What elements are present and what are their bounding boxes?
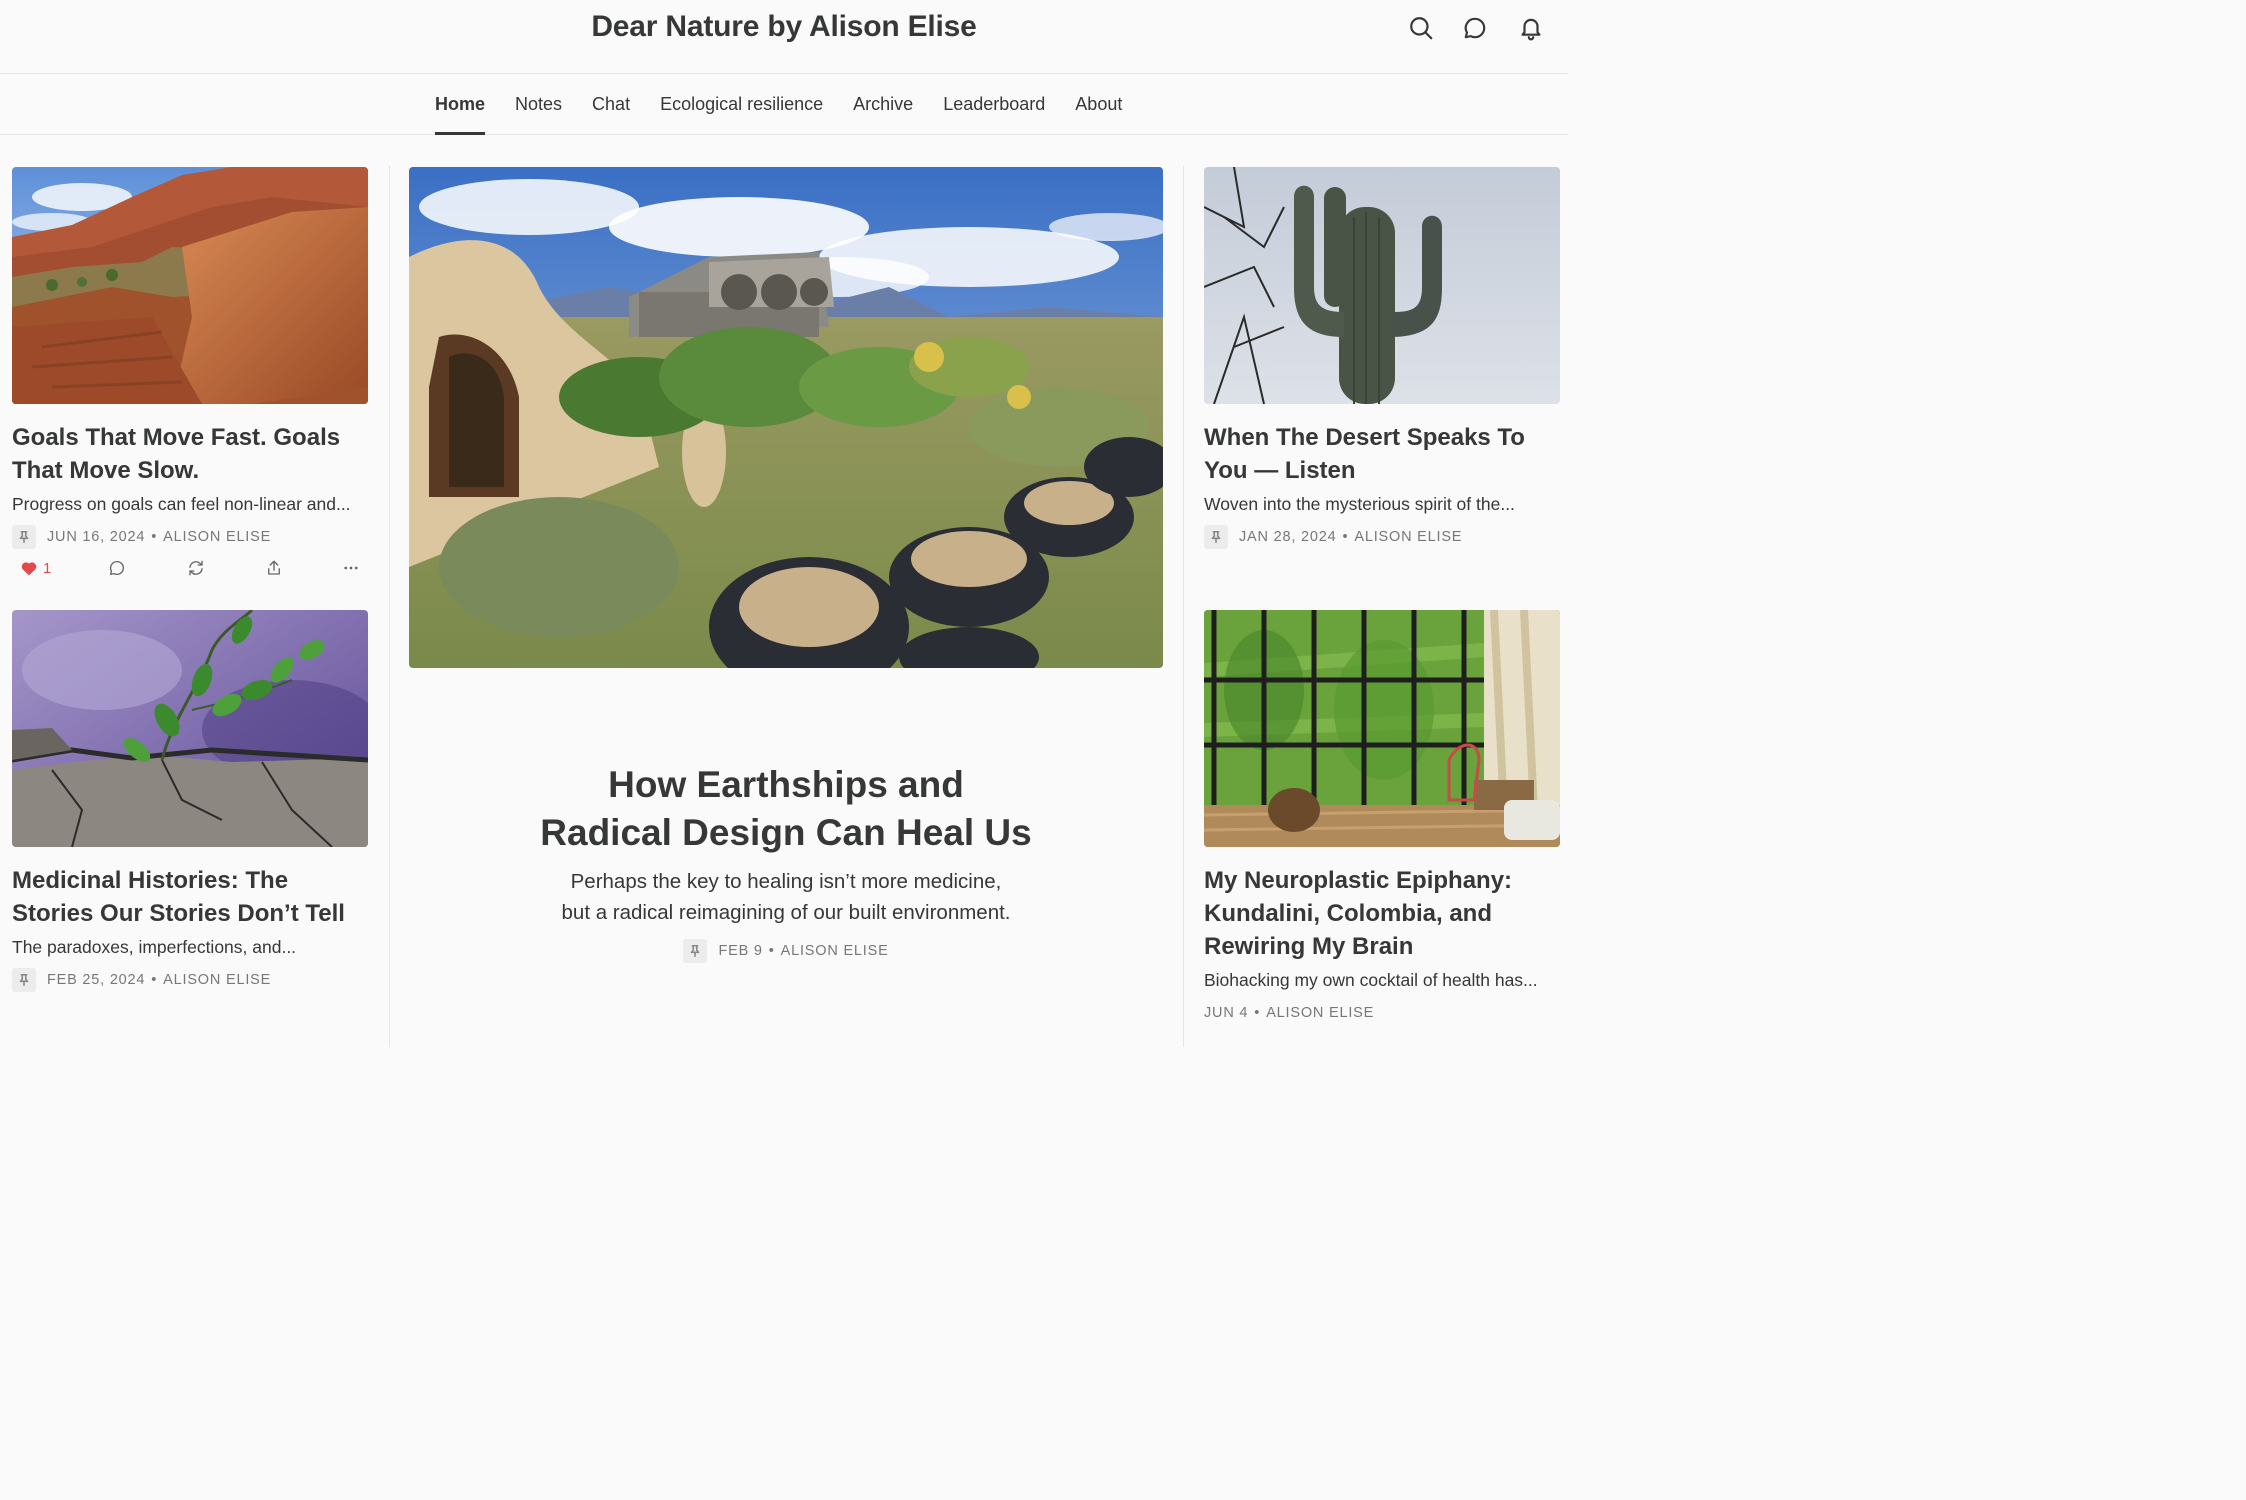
hero-meta: FEB 9 • ALISON ELISE	[409, 939, 1163, 963]
post-date: JUN 16, 2024	[47, 529, 146, 545]
like-button[interactable]: 1	[20, 556, 51, 580]
post-author[interactable]: ALISON ELISE	[781, 943, 889, 959]
column-divider	[1183, 166, 1184, 1047]
post-title[interactable]: Goals That Move Fast. Goals That Move Sl…	[12, 421, 368, 487]
site-title[interactable]: Dear Nature by Alison Elise	[0, 10, 1568, 44]
post-thumbnail[interactable]	[12, 167, 368, 404]
pin-icon	[12, 525, 36, 549]
pin-icon	[12, 968, 36, 992]
separator-dot: •	[151, 972, 158, 988]
post-thumbnail[interactable]	[1204, 167, 1560, 404]
post-title[interactable]: Medicinal Histories: The Stories Our Sto…	[12, 864, 368, 930]
separator-dot: •	[1254, 1005, 1261, 1021]
nav-tab-notes[interactable]: Notes	[515, 74, 562, 135]
chat-icon[interactable]	[1461, 14, 1489, 42]
pin-icon	[1204, 525, 1228, 549]
restack-button[interactable]	[187, 556, 205, 580]
post-date: FEB 25, 2024	[47, 972, 146, 988]
more-options-button[interactable]	[342, 556, 360, 580]
share-button[interactable]	[265, 556, 283, 580]
post-date: FEB 9	[718, 943, 763, 959]
nav-tab-about[interactable]: About	[1075, 74, 1122, 135]
post-meta: JAN 28, 2024 • ALISON ELISE	[1204, 525, 1560, 549]
post-date: JUN 4	[1204, 1005, 1249, 1021]
post-actions: 1	[12, 556, 368, 580]
hero-title-line: How Earthships and	[608, 764, 964, 805]
nav-tab-archive[interactable]: Archive	[853, 74, 913, 135]
post-date: JAN 28, 2024	[1239, 529, 1337, 545]
separator-dot: •	[151, 529, 158, 545]
post-author[interactable]: ALISON ELISE	[1354, 529, 1462, 545]
hero-title-line: Radical Design Can Heal Us	[540, 812, 1032, 853]
main-nav: Home Notes Chat Ecological resilience Ar…	[0, 74, 1568, 135]
column-divider	[389, 166, 390, 1047]
post-title[interactable]: When The Desert Speaks To You — Listen	[1204, 421, 1560, 487]
pin-icon	[683, 939, 708, 963]
post-thumbnail[interactable]	[12, 610, 368, 847]
post-card-goals[interactable]: Goals That Move Fast. Goals That Move Sl…	[12, 167, 368, 549]
nav-tab-chat[interactable]: Chat	[592, 74, 630, 135]
nav-tab-ecological-resilience[interactable]: Ecological resilience	[660, 74, 823, 135]
hero-subtitle-line: but a radical reimagining of our built e…	[561, 901, 1011, 924]
separator-dot: •	[1342, 529, 1349, 545]
nav-tab-leaderboard[interactable]: Leaderboard	[943, 74, 1045, 135]
post-subtitle: Woven into the mysterious spirit of the.…	[1204, 494, 1515, 514]
post-subtitle: Biohacking my own cocktail of health has…	[1204, 970, 1538, 990]
hero-subtitle: Perhaps the key to healing isn’t more me…	[409, 866, 1163, 928]
post-subtitle: The paradoxes, imperfections, and...	[12, 937, 297, 957]
restack-icon	[189, 560, 203, 576]
post-meta: FEB 25, 2024 • ALISON ELISE	[12, 968, 368, 992]
post-author[interactable]: ALISON ELISE	[163, 972, 271, 988]
post-card-desert-speaks[interactable]: When The Desert Speaks To You — Listen W…	[1204, 167, 1560, 549]
post-title[interactable]: My Neuroplastic Epiphany: Kundalini, Col…	[1204, 864, 1560, 963]
separator-dot: •	[768, 943, 775, 959]
comment-icon	[109, 560, 125, 576]
post-card-neuroplastic-epiphany[interactable]: My Neuroplastic Epiphany: Kundalini, Col…	[1204, 610, 1560, 1025]
site-header: Dear Nature by Alison Elise	[0, 0, 1568, 74]
search-icon[interactable]	[1407, 14, 1435, 42]
nav-tab-home[interactable]: Home	[435, 74, 486, 135]
ellipsis-icon	[344, 566, 358, 570]
post-author[interactable]: ALISON ELISE	[163, 529, 271, 545]
hero-subtitle-line: Perhaps the key to healing isn’t more me…	[570, 870, 1002, 893]
post-subtitle: Progress on goals can feel non-linear an…	[12, 494, 351, 514]
post-card-medicinal-histories[interactable]: Medicinal Histories: The Stories Our Sto…	[12, 610, 368, 992]
hero-image[interactable]	[409, 167, 1163, 668]
post-meta: JUN 4 • ALISON ELISE	[1204, 1001, 1560, 1025]
post-meta: JUN 16, 2024 • ALISON ELISE	[12, 525, 368, 549]
nav-tabs: Home Notes Chat Ecological resilience Ar…	[435, 74, 1122, 135]
share-icon	[268, 560, 280, 575]
like-count: 1	[43, 559, 52, 577]
heart-icon	[21, 562, 37, 576]
post-thumbnail[interactable]	[1204, 610, 1560, 847]
hero-title[interactable]: How Earthships and Radical Design Can He…	[409, 761, 1163, 857]
bell-icon[interactable]	[1517, 14, 1545, 42]
comment-button[interactable]	[108, 556, 126, 580]
post-author[interactable]: ALISON ELISE	[1266, 1005, 1374, 1021]
